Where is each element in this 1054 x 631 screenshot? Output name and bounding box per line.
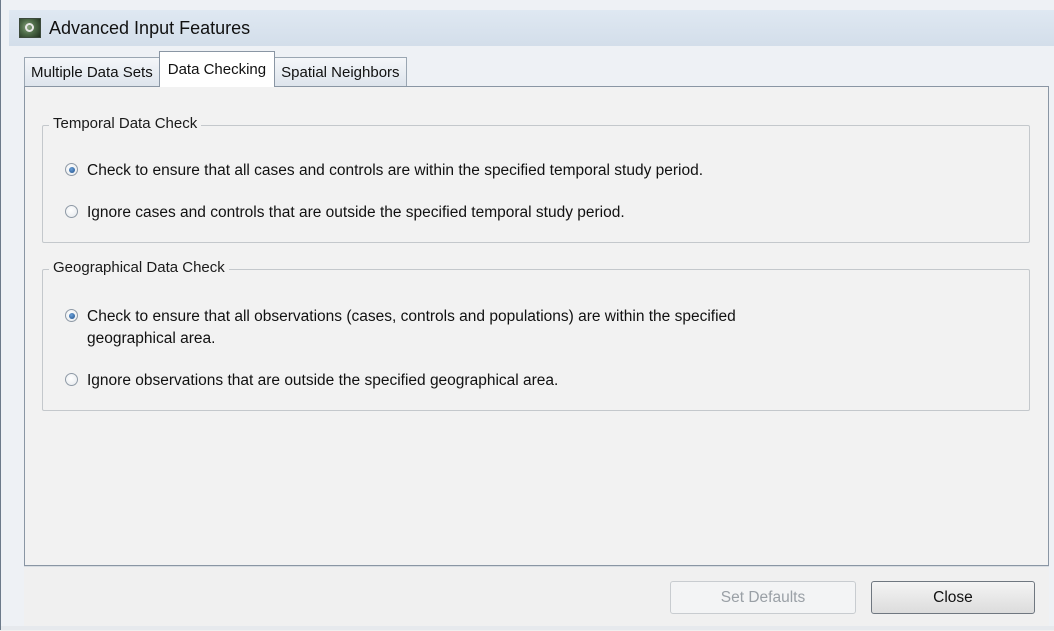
window-bottom-edge bbox=[1, 626, 1054, 630]
geographical-option-check-label: Check to ensure that all observations (c… bbox=[87, 306, 736, 350]
title-bar[interactable]: Advanced Input Features bbox=[9, 10, 1054, 46]
temporal-group-label: Temporal Data Check bbox=[49, 115, 202, 132]
dialog-window: Advanced Input Features Multiple Data Se… bbox=[0, 0, 1054, 631]
tab-panel-data-checking: Temporal Data Check Check to ensure that… bbox=[24, 86, 1049, 566]
radio-selected-icon[interactable] bbox=[65, 163, 78, 176]
tab-data-checking[interactable]: Data Checking bbox=[158, 51, 276, 87]
geographical-option-check-line1: Check to ensure that all observations (c… bbox=[87, 308, 736, 325]
radio-unselected-icon[interactable] bbox=[65, 205, 78, 218]
temporal-option-check-label: Check to ensure that all cases and contr… bbox=[87, 162, 704, 179]
window-title: Advanced Input Features bbox=[49, 17, 251, 38]
radio-selected-icon[interactable] bbox=[65, 309, 78, 322]
tab-strip: Multiple Data Sets Data Checking Spatial… bbox=[24, 51, 407, 87]
temporal-option-ignore-label: Ignore cases and controls that are outsi… bbox=[87, 204, 625, 221]
tab-multiple-data-sets[interactable]: Multiple Data Sets bbox=[24, 57, 160, 87]
geographical-option-ignore-label: Ignore observations that are outside the… bbox=[87, 372, 559, 389]
dialog-footer: Set Defaults Close bbox=[24, 566, 1049, 631]
geographical-data-check-group: Geographical Data Check Check to ensure … bbox=[42, 259, 1030, 411]
radio-unselected-icon[interactable] bbox=[65, 373, 78, 386]
app-icon bbox=[19, 18, 41, 38]
temporal-option-check[interactable]: Check to ensure that all cases and contr… bbox=[65, 160, 703, 182]
geographical-option-check[interactable]: Check to ensure that all observations (c… bbox=[65, 306, 736, 350]
geographical-group-label: Geographical Data Check bbox=[49, 259, 229, 276]
temporal-option-ignore[interactable]: Ignore cases and controls that are outsi… bbox=[65, 202, 625, 224]
tab-spatial-neighbors[interactable]: Spatial Neighbors bbox=[274, 57, 407, 87]
close-button[interactable]: Close bbox=[871, 581, 1035, 614]
geographical-option-ignore[interactable]: Ignore observations that are outside the… bbox=[65, 370, 558, 392]
temporal-data-check-group: Temporal Data Check Check to ensure that… bbox=[42, 115, 1030, 243]
geographical-option-check-line2: geographical area. bbox=[87, 330, 216, 347]
set-defaults-button[interactable]: Set Defaults bbox=[670, 581, 856, 614]
